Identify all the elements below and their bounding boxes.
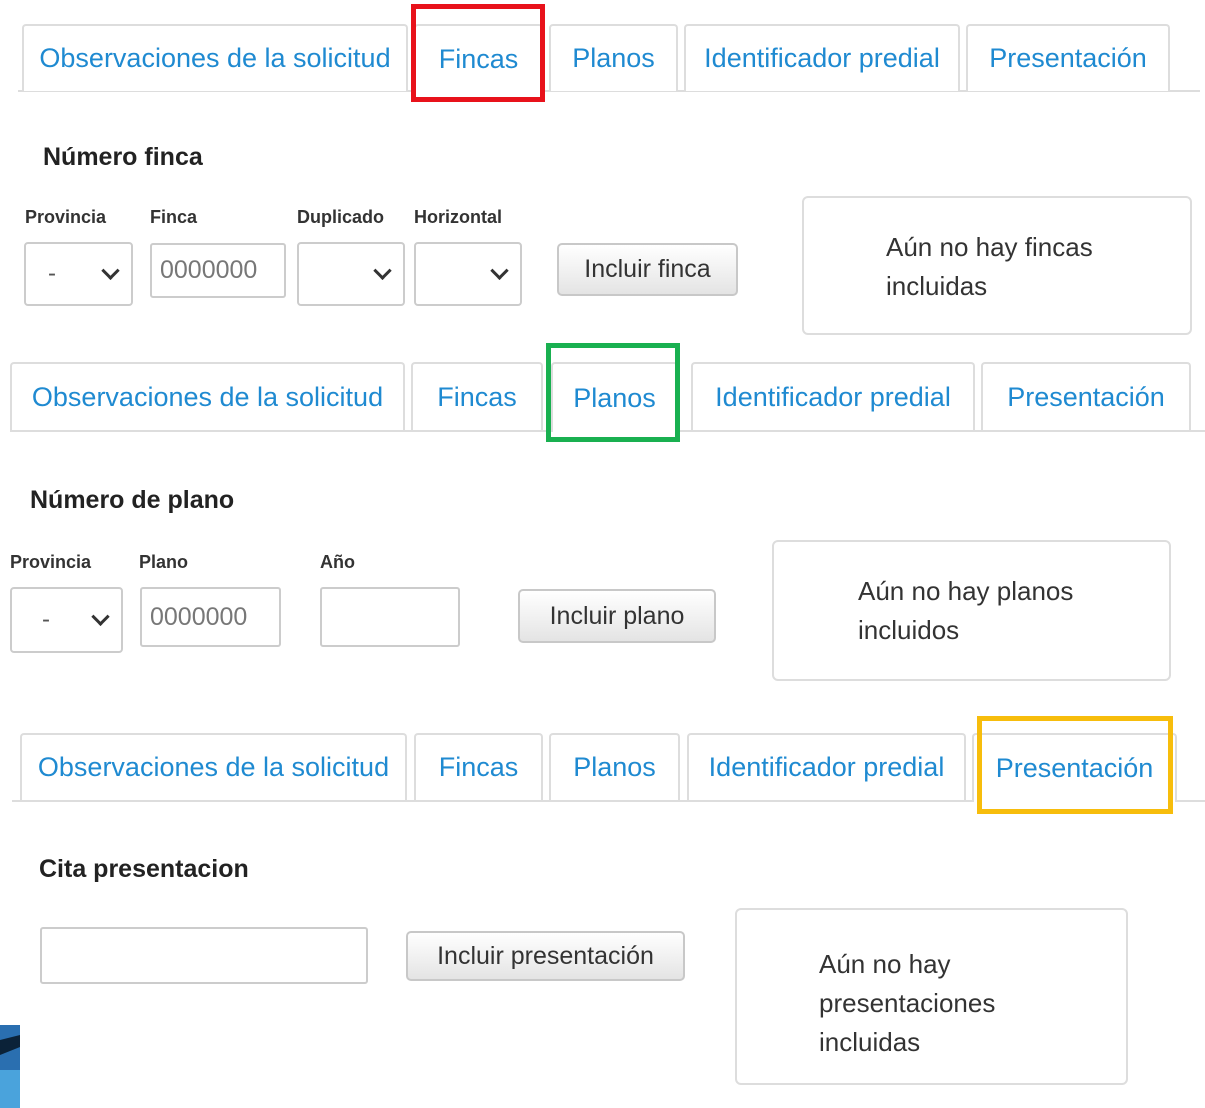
incluir-presentacion-button[interactable]: Incluir presentación	[406, 931, 685, 981]
horizontal-label: Horizontal	[414, 207, 502, 227]
presentaciones-empty-state: Aún no hay presentaciones incluidas	[735, 908, 1128, 1085]
tab-presentacion[interactable]: Presentación	[981, 362, 1191, 430]
numero-finca-heading: Número finca	[43, 143, 203, 171]
tab-presentacion[interactable]: Presentación	[972, 733, 1177, 802]
cita-presentacion-heading: Cita presentacion	[39, 855, 249, 883]
ano-input[interactable]	[320, 587, 460, 647]
empty-state-text: presentaciones	[819, 988, 996, 1018]
empty-state-text: Aún no hay	[819, 949, 951, 979]
ano-label: Año	[320, 552, 355, 572]
provincia-select[interactable]: -	[10, 587, 123, 653]
duplicado-label: Duplicado	[297, 207, 385, 227]
tab-observaciones[interactable]: Observaciones de la solicitud	[22, 24, 408, 91]
empty-state-text: incluidas	[819, 1027, 921, 1057]
incluir-plano-button[interactable]: Incluir plano	[518, 589, 716, 643]
duplicado-select[interactable]	[297, 242, 405, 306]
tab-identificador-predial[interactable]: Identificador predial	[691, 362, 975, 430]
empty-state-text: Aún no hay fincas	[886, 232, 1093, 262]
background-image-fragment	[0, 1025, 20, 1108]
empty-state-text: Aún no hay planos	[858, 576, 1074, 606]
provincia-label: Provincia	[10, 552, 92, 572]
planos-empty-state: Aún no hay planos incluidos	[772, 540, 1171, 681]
tab-observaciones[interactable]: Observaciones de la solicitud	[20, 733, 407, 800]
plano-input[interactable]: 0000000	[140, 587, 281, 647]
fincas-empty-state: Aún no hay fincas incluidas	[802, 196, 1192, 335]
tab-identificador-predial[interactable]: Identificador predial	[687, 733, 966, 800]
tab-observaciones[interactable]: Observaciones de la solicitud	[10, 362, 405, 430]
tab-planos[interactable]: Planos	[551, 362, 678, 432]
chevron-down-icon	[490, 261, 509, 280]
finca-label: Finca	[150, 207, 198, 227]
tab-fincas[interactable]: Fincas	[414, 24, 543, 92]
chevron-down-icon	[373, 261, 392, 280]
chevron-down-icon	[101, 261, 120, 280]
cita-presentacion-input[interactable]	[40, 927, 368, 984]
finca-input[interactable]: 0000000	[150, 243, 286, 298]
numero-plano-heading: Número de plano	[30, 486, 235, 514]
plano-label: Plano	[139, 552, 189, 572]
tab-presentacion[interactable]: Presentación	[966, 24, 1170, 91]
provincia-select[interactable]: -	[24, 242, 133, 306]
tab-fincas[interactable]: Fincas	[414, 733, 543, 800]
tab-planos[interactable]: Planos	[549, 24, 678, 91]
empty-state-text: incluidos	[858, 615, 960, 645]
provincia-select-value: -	[48, 260, 56, 287]
provincia-select-value: -	[42, 606, 50, 633]
tab-fincas[interactable]: Fincas	[411, 362, 543, 430]
provincia-label: Provincia	[25, 207, 107, 227]
tab-planos[interactable]: Planos	[549, 733, 680, 800]
tab-identificador-predial[interactable]: Identificador predial	[684, 24, 960, 91]
empty-state-text: incluidas	[886, 271, 988, 301]
chevron-down-icon	[91, 607, 110, 626]
incluir-finca-button[interactable]: Incluir finca	[557, 243, 738, 296]
horizontal-select[interactable]	[414, 242, 522, 306]
